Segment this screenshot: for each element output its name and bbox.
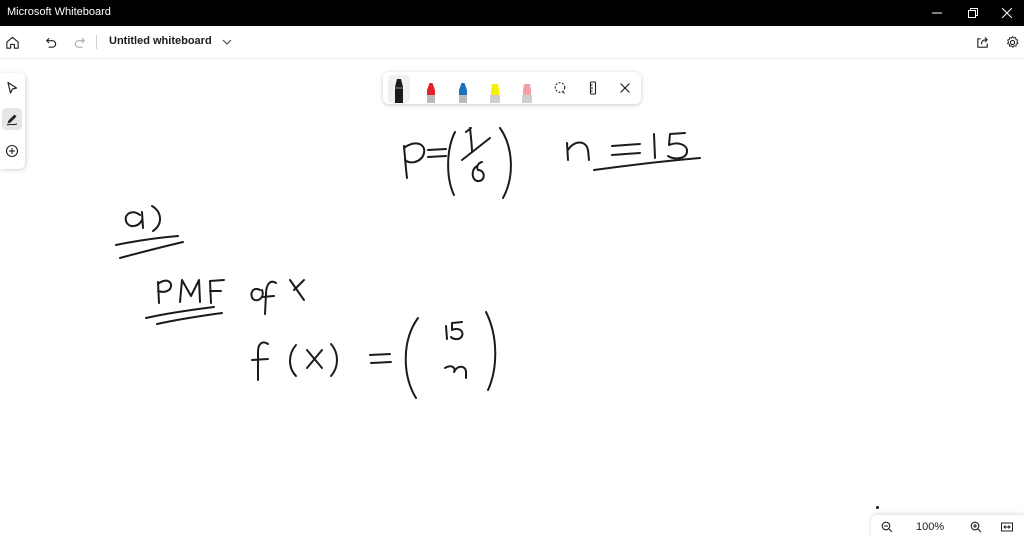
ink-stroke [471, 161, 485, 182]
close-window-button[interactable] [990, 0, 1024, 26]
ink-stroke [450, 321, 464, 341]
minimize-button[interactable] [920, 0, 954, 26]
fit-to-screen-button[interactable] [999, 519, 1015, 535]
ink-stroke [251, 341, 269, 381]
ink-stroke [179, 279, 201, 303]
ink-stroke [465, 127, 473, 153]
whiteboard-canvas[interactable] [0, 58, 1024, 538]
ink-stroke [593, 157, 701, 171]
ink-stroke [370, 361, 392, 364]
ink-stroke [653, 133, 656, 159]
ink-stroke [369, 353, 391, 356]
restore-icon [968, 8, 978, 18]
ink-layer [115, 127, 701, 399]
document-title[interactable]: Untitled whiteboard [109, 35, 212, 47]
home-button[interactable] [0, 30, 24, 54]
undo-icon [45, 37, 56, 48]
ink-stroke [499, 127, 512, 199]
ink-dot [876, 506, 879, 509]
redo-button[interactable] [68, 30, 92, 54]
ink-stroke [447, 131, 456, 196]
ink-stroke [566, 141, 590, 161]
ink-stroke [209, 279, 225, 304]
ink-stroke [151, 205, 161, 232]
ink-stroke [445, 325, 448, 340]
ink-stroke [289, 344, 297, 377]
undo-button[interactable] [38, 30, 62, 54]
zoom-out-button[interactable] [879, 519, 895, 535]
ink-stroke [261, 280, 277, 315]
ink-stroke [611, 143, 641, 147]
redo-icon [74, 37, 85, 48]
ink-stroke [444, 365, 467, 379]
ink-stroke [611, 152, 641, 156]
ink-stroke [427, 148, 447, 151]
ink-stroke [485, 311, 497, 391]
ink-stroke [115, 235, 179, 246]
share-button[interactable] [970, 30, 994, 54]
app-bar: Untitled whiteboard [0, 26, 1024, 59]
chevron-down-icon[interactable] [222, 37, 232, 47]
ink-stroke [119, 241, 184, 259]
ink-stroke [461, 137, 491, 161]
share-icon [976, 36, 988, 48]
ink-stroke [403, 142, 426, 164]
title-bar: Microsoft Whiteboard [0, 0, 1024, 26]
ink-stroke [124, 211, 144, 229]
ink-stroke [250, 288, 264, 302]
zoom-controls: 100% [871, 515, 1024, 538]
zoom-out-icon [881, 521, 893, 533]
ink-stroke [330, 343, 338, 377]
zoom-in-button[interactable] [968, 519, 984, 535]
settings-button[interactable] [1000, 30, 1024, 54]
close-window-icon [1002, 8, 1012, 18]
appbar-divider [96, 35, 97, 49]
ink-stroke [157, 279, 172, 304]
ink-stroke [404, 317, 419, 399]
restore-button[interactable] [956, 0, 990, 26]
zoom-in-icon [970, 521, 982, 533]
settings-icon [1006, 35, 1018, 48]
home-icon [5, 36, 19, 49]
ink-stroke [289, 279, 305, 301]
ink-stroke [306, 349, 323, 369]
fit-screen-icon [1001, 522, 1013, 532]
minimize-icon [932, 12, 942, 14]
zoom-level[interactable]: 100% [916, 521, 944, 533]
window-title: Microsoft Whiteboard [7, 6, 111, 18]
ink-stroke [427, 155, 447, 158]
ink-stroke [667, 132, 689, 160]
